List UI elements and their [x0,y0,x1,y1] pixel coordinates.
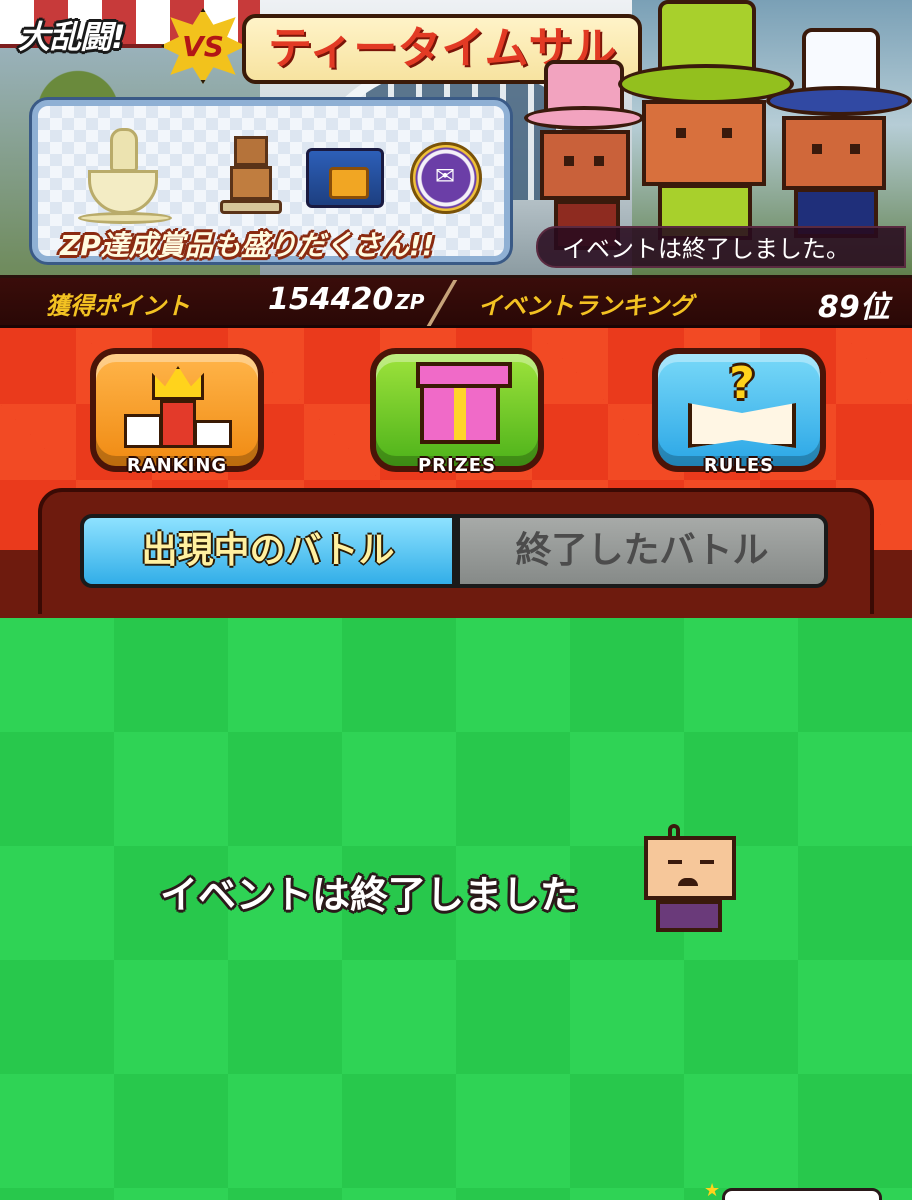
points-unit: ZP [395,290,425,314]
points-value: 154420 [268,282,394,317]
trophy-cup-icon [78,128,176,224]
prize-showcase: ZP達成賞品も盛りだくさん!! [32,100,510,262]
points-value-group: 154420 ZP [268,282,424,317]
prizes-button-label: PRIZES [417,455,497,476]
menu-area: RANKING PRIZES ? RULES 出現中のバトル 終了したバトル [0,328,912,614]
tab-active-battles[interactable]: 出現中のバトル [80,514,456,588]
vs-badge: VS [160,8,246,84]
robot-trophy-icon [220,136,282,218]
vs-badge-label: VS [182,29,224,63]
empty-state-message: イベントは終了しました [160,873,579,917]
event-ended-ribbon: イベントは終了しました。 [536,226,906,268]
points-label: 獲得ポイント [46,292,190,320]
ranking-button[interactable]: RANKING [90,348,264,476]
event-title-prefix: 大乱闘! [18,18,126,56]
ranking-label: イベントランキング [478,292,694,320]
bottom-popup-tab[interactable] [722,1188,882,1200]
tab-ended-battles[interactable]: 終了したバトル [456,514,828,588]
gift-icon [416,362,512,444]
question-mark-icon: ? [729,358,755,409]
podium-icon [124,400,232,448]
medal-icon [410,142,482,214]
stats-divider [426,280,458,326]
star-icon: ★ [704,1180,721,1200]
monkey-character-green-hat [618,0,794,240]
battle-list[interactable]: イベントは終了しました [0,614,912,1200]
ranking-button-label: RANKING [126,455,228,476]
treasure-chest-icon [306,148,384,208]
sad-character-icon [644,824,740,934]
ranking-value: 89位 [818,290,890,325]
rules-button[interactable]: ? RULES [652,348,826,476]
crown-icon [152,366,204,400]
prize-caption: ZP達成賞品も盛りだくさん!! [60,229,435,262]
event-banner[interactable]: 大乱闘! VS ティータイムサル ZP達成賞品も盛りだくさん!! イベントは終了… [0,0,912,278]
stats-bar: 獲得ポイント 154420 ZP イベントランキング 89位 [0,278,912,328]
prizes-button[interactable]: PRIZES [370,348,544,476]
rules-button-label: RULES [703,455,775,476]
